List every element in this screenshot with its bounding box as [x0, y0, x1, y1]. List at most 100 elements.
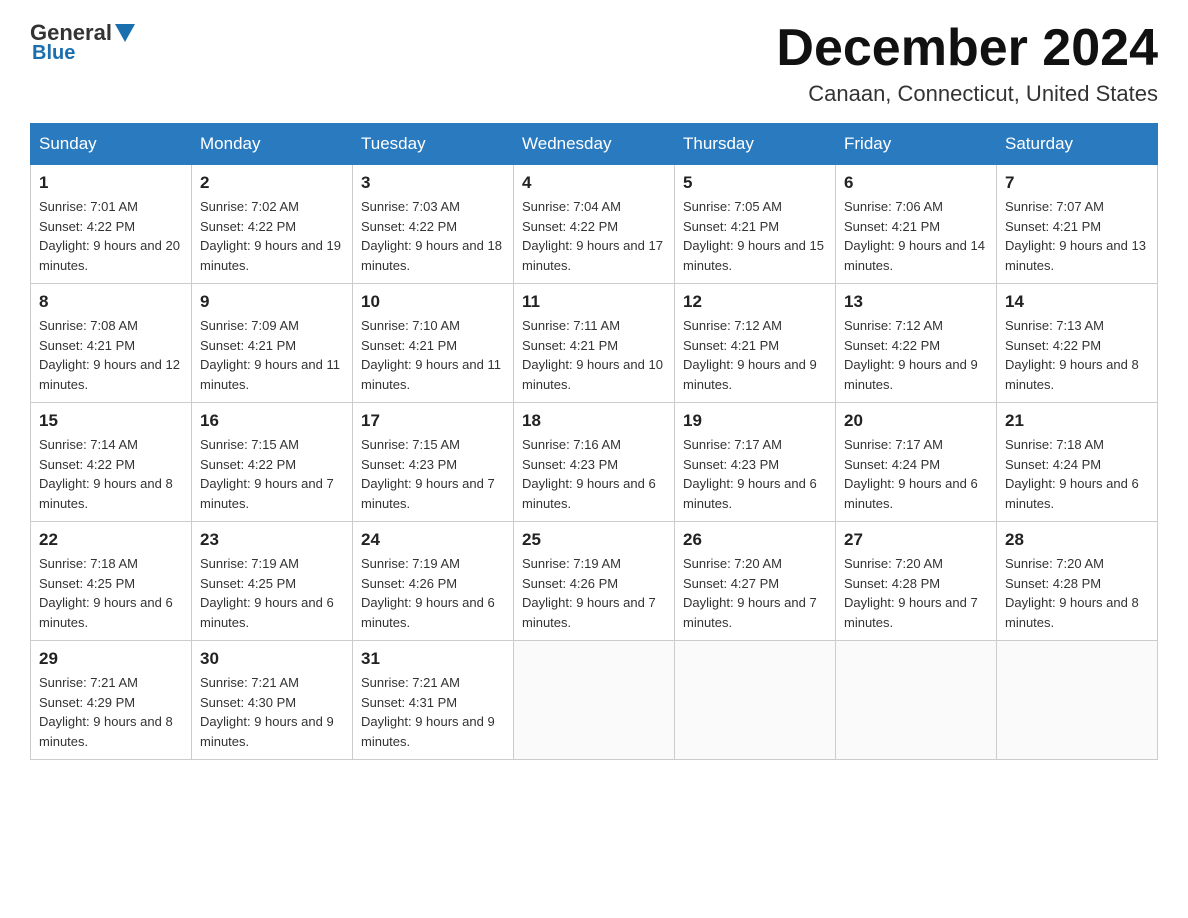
calendar-cell: 31 Sunrise: 7:21 AMSunset: 4:31 PMDayligh…: [353, 641, 514, 760]
day-number: 12: [683, 292, 827, 312]
week-row-5: 29Sunrise: 7:21 AMSunset: 4:29 PMDayligh…: [31, 641, 1158, 760]
day-number: 31: [361, 649, 505, 669]
day-number: 5: [683, 173, 827, 193]
month-title: December 2024: [776, 20, 1158, 77]
day-info: Sunrise: 7:12 AMSunset: 4:22 PMDaylight:…: [844, 316, 988, 394]
week-row-2: 8 Sunrise: 7:08 AMSunset: 4:21 PMDaylight…: [31, 284, 1158, 403]
calendar-cell: 23 Sunrise: 7:19 AMSunset: 4:25 PMDayligh…: [192, 522, 353, 641]
day-header-tuesday: Tuesday: [353, 124, 514, 165]
calendar-table: SundayMondayTuesdayWednesdayThursdayFrid…: [30, 123, 1158, 760]
day-info: Sunrise: 7:20 AMSunset: 4:28 PMDaylight:…: [1005, 554, 1149, 632]
calendar-cell: 19Sunrise: 7:17 AMSunset: 4:23 PMDayligh…: [675, 403, 836, 522]
calendar-cell: 26Sunrise: 7:20 AMSunset: 4:27 PMDayligh…: [675, 522, 836, 641]
day-info: Sunrise: 7:19 AMSunset: 4:25 PMDaylight:…: [200, 554, 344, 632]
day-number: 3: [361, 173, 505, 193]
day-number: 23: [200, 530, 344, 550]
day-info: Sunrise: 7:02 AMSunset: 4:22 PMDaylight:…: [200, 197, 344, 275]
day-number: 1: [39, 173, 183, 193]
calendar-cell: 4 Sunrise: 7:04 AMSunset: 4:22 PMDaylight…: [514, 165, 675, 284]
calendar-cell: 22Sunrise: 7:18 AMSunset: 4:25 PMDayligh…: [31, 522, 192, 641]
calendar-cell: 16Sunrise: 7:15 AMSunset: 4:22 PMDayligh…: [192, 403, 353, 522]
day-header-sunday: Sunday: [31, 124, 192, 165]
calendar-cell: 6Sunrise: 7:06 AMSunset: 4:21 PMDaylight…: [836, 165, 997, 284]
day-info: Sunrise: 7:18 AMSunset: 4:24 PMDaylight:…: [1005, 435, 1149, 513]
day-number: 22: [39, 530, 183, 550]
day-number: 7: [1005, 173, 1149, 193]
day-number: 21: [1005, 411, 1149, 431]
calendar-cell: 21 Sunrise: 7:18 AMSunset: 4:24 PMDayligh…: [997, 403, 1158, 522]
day-number: 27: [844, 530, 988, 550]
day-info: Sunrise: 7:19 AMSunset: 4:26 PMDaylight:…: [522, 554, 666, 632]
day-info: Sunrise: 7:03 AMSunset: 4:22 PMDaylight:…: [361, 197, 505, 275]
day-number: 25: [522, 530, 666, 550]
day-number: 26: [683, 530, 827, 550]
calendar-cell: 18 Sunrise: 7:16 AMSunset: 4:23 PMDayligh…: [514, 403, 675, 522]
day-header-monday: Monday: [192, 124, 353, 165]
day-header-wednesday: Wednesday: [514, 124, 675, 165]
calendar-cell: 24Sunrise: 7:19 AMSunset: 4:26 PMDayligh…: [353, 522, 514, 641]
day-number: 4: [522, 173, 666, 193]
day-number: 13: [844, 292, 988, 312]
day-header-friday: Friday: [836, 124, 997, 165]
day-info: Sunrise: 7:15 AMSunset: 4:23 PMDaylight:…: [361, 435, 505, 513]
calendar-cell: 11 Sunrise: 7:11 AMSunset: 4:21 PMDayligh…: [514, 284, 675, 403]
day-header-saturday: Saturday: [997, 124, 1158, 165]
calendar-cell: 30Sunrise: 7:21 AMSunset: 4:30 PMDayligh…: [192, 641, 353, 760]
calendar-cell: 27 Sunrise: 7:20 AMSunset: 4:28 PMDayligh…: [836, 522, 997, 641]
day-info: Sunrise: 7:10 AMSunset: 4:21 PMDaylight:…: [361, 316, 505, 394]
day-number: 17: [361, 411, 505, 431]
day-info: Sunrise: 7:13 AMSunset: 4:22 PMDaylight:…: [1005, 316, 1149, 394]
day-info: Sunrise: 7:12 AMSunset: 4:21 PMDaylight:…: [683, 316, 827, 394]
day-info: Sunrise: 7:20 AMSunset: 4:28 PMDaylight:…: [844, 554, 988, 632]
day-number: 8: [39, 292, 183, 312]
calendar-cell: [836, 641, 997, 760]
calendar-cell: 1 Sunrise: 7:01 AMSunset: 4:22 PMDaylight…: [31, 165, 192, 284]
day-number: 11: [522, 292, 666, 312]
calendar-cell: 5 Sunrise: 7:05 AMSunset: 4:21 PMDaylight…: [675, 165, 836, 284]
calendar-cell: 8 Sunrise: 7:08 AMSunset: 4:21 PMDaylight…: [31, 284, 192, 403]
day-number: 6: [844, 173, 988, 193]
day-info: Sunrise: 7:21 AMSunset: 4:31 PMDaylight:…: [361, 673, 505, 751]
location-title: Canaan, Connecticut, United States: [776, 81, 1158, 107]
day-info: Sunrise: 7:01 AMSunset: 4:22 PMDaylight:…: [39, 197, 183, 275]
week-row-3: 15Sunrise: 7:14 AMSunset: 4:22 PMDayligh…: [31, 403, 1158, 522]
title-block: December 2024 Canaan, Connecticut, Unite…: [776, 20, 1158, 107]
day-info: Sunrise: 7:05 AMSunset: 4:21 PMDaylight:…: [683, 197, 827, 275]
week-row-4: 22Sunrise: 7:18 AMSunset: 4:25 PMDayligh…: [31, 522, 1158, 641]
calendar-cell: 20Sunrise: 7:17 AMSunset: 4:24 PMDayligh…: [836, 403, 997, 522]
calendar-cell: 3 Sunrise: 7:03 AMSunset: 4:22 PMDaylight…: [353, 165, 514, 284]
day-number: 10: [361, 292, 505, 312]
page-header: General Blue December 2024 Canaan, Conne…: [30, 20, 1158, 107]
day-info: Sunrise: 7:17 AMSunset: 4:23 PMDaylight:…: [683, 435, 827, 513]
calendar-cell: 28 Sunrise: 7:20 AMSunset: 4:28 PMDayligh…: [997, 522, 1158, 641]
day-number: 28: [1005, 530, 1149, 550]
day-number: 16: [200, 411, 344, 431]
day-info: Sunrise: 7:21 AMSunset: 4:29 PMDaylight:…: [39, 673, 183, 751]
week-row-1: 1 Sunrise: 7:01 AMSunset: 4:22 PMDaylight…: [31, 165, 1158, 284]
day-number: 9: [200, 292, 344, 312]
day-info: Sunrise: 7:04 AMSunset: 4:22 PMDaylight:…: [522, 197, 666, 275]
day-number: 15: [39, 411, 183, 431]
calendar-cell: 9Sunrise: 7:09 AMSunset: 4:21 PMDaylight…: [192, 284, 353, 403]
calendar-cell: [997, 641, 1158, 760]
calendar-cell: 13 Sunrise: 7:12 AMSunset: 4:22 PMDayligh…: [836, 284, 997, 403]
day-number: 30: [200, 649, 344, 669]
day-info: Sunrise: 7:17 AMSunset: 4:24 PMDaylight:…: [844, 435, 988, 513]
day-header-thursday: Thursday: [675, 124, 836, 165]
calendar-cell: 29Sunrise: 7:21 AMSunset: 4:29 PMDayligh…: [31, 641, 192, 760]
day-info: Sunrise: 7:08 AMSunset: 4:21 PMDaylight:…: [39, 316, 183, 394]
day-number: 2: [200, 173, 344, 193]
calendar-cell: 17 Sunrise: 7:15 AMSunset: 4:23 PMDayligh…: [353, 403, 514, 522]
days-header-row: SundayMondayTuesdayWednesdayThursdayFrid…: [31, 124, 1158, 165]
day-info: Sunrise: 7:16 AMSunset: 4:23 PMDaylight:…: [522, 435, 666, 513]
logo-blue-text: Blue: [32, 42, 75, 65]
day-info: Sunrise: 7:11 AMSunset: 4:21 PMDaylight:…: [522, 316, 666, 394]
calendar-cell: 7 Sunrise: 7:07 AMSunset: 4:21 PMDaylight…: [997, 165, 1158, 284]
logo-triangle-icon: [115, 24, 135, 42]
day-info: Sunrise: 7:07 AMSunset: 4:21 PMDaylight:…: [1005, 197, 1149, 275]
day-number: 18: [522, 411, 666, 431]
calendar-cell: 25 Sunrise: 7:19 AMSunset: 4:26 PMDayligh…: [514, 522, 675, 641]
calendar-cell: 2 Sunrise: 7:02 AMSunset: 4:22 PMDaylight…: [192, 165, 353, 284]
calendar-cell: 12 Sunrise: 7:12 AMSunset: 4:21 PMDayligh…: [675, 284, 836, 403]
day-number: 24: [361, 530, 505, 550]
